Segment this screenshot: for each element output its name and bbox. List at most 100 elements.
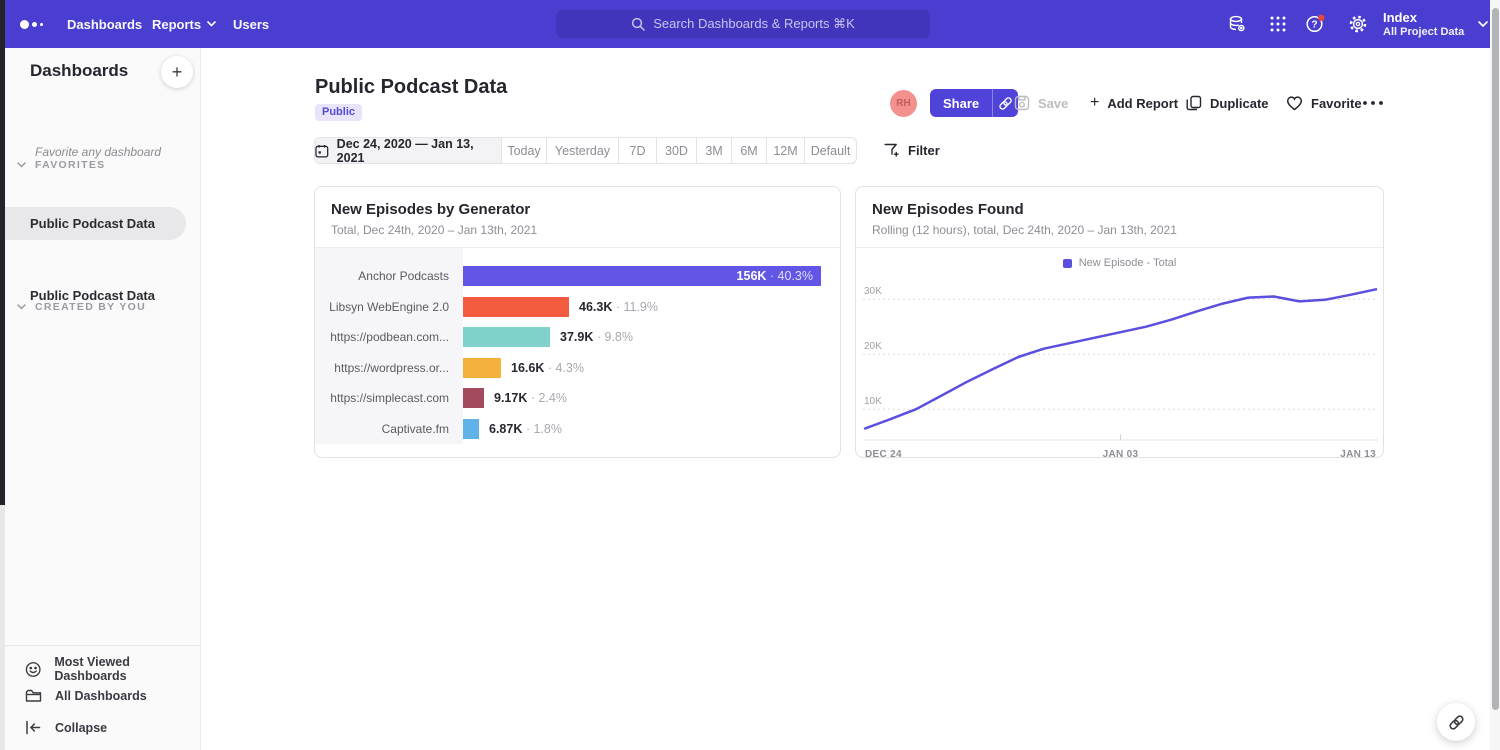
duplicate-button[interactable]: Duplicate xyxy=(1186,89,1269,117)
most-viewed-dashboards-label: Most Viewed Dashboards xyxy=(54,655,200,683)
nav-users[interactable]: Users xyxy=(233,0,269,48)
chevron-down-icon xyxy=(17,162,26,168)
nav-dashboards[interactable]: Dashboards xyxy=(67,0,142,48)
help-icon[interactable]: ? xyxy=(1301,0,1331,48)
preset-today[interactable]: Today xyxy=(501,138,546,163)
sidebar-item-public-podcast-data-2[interactable]: Public Podcast Data xyxy=(5,279,186,312)
preset-12m-label: 12M xyxy=(773,144,797,158)
avatar[interactable]: RH xyxy=(890,90,917,117)
line-chart-subtitle: Rolling (12 hours), total, Dec 24th, 202… xyxy=(872,223,1177,237)
section-favorites[interactable]: FAVORITES xyxy=(17,159,105,171)
add-dashboard-button[interactable]: + xyxy=(161,56,193,88)
search-icon xyxy=(631,17,645,31)
apps-grid-icon[interactable] xyxy=(1263,0,1293,48)
x-tick-label: DEC 24 xyxy=(865,449,902,460)
chevron-down-icon xyxy=(207,21,216,27)
project-switcher[interactable]: Index All Project Data xyxy=(1383,0,1488,48)
preset-3m-label: 3M xyxy=(705,144,722,158)
bar-chart-label-column: Anchor PodcastsLibsyn WebEngine 2.0https… xyxy=(315,248,463,444)
more-options-button[interactable] xyxy=(1362,89,1384,117)
preset-default-label: Default xyxy=(811,144,851,158)
preset-7d[interactable]: 7D xyxy=(618,138,656,163)
bar-row[interactable]: 16.6K · 4.3% xyxy=(463,353,584,384)
add-report-button[interactable]: + Add Report xyxy=(1090,89,1178,117)
preset-6m-label: 6M xyxy=(740,144,757,158)
bar-category-label: Anchor Podcasts xyxy=(315,261,463,292)
preset-6m[interactable]: 6M xyxy=(731,138,766,163)
smiley-icon xyxy=(25,661,41,678)
bar-row[interactable]: 46.3K · 11.9% xyxy=(463,292,658,323)
card-header[interactable]: New Episodes by Generator Total, Dec 24t… xyxy=(315,187,840,248)
bar-value-label: 6.87K · 1.8% xyxy=(489,422,562,436)
bar-segment[interactable] xyxy=(463,419,479,439)
sidebar-footer: Most Viewed Dashboards All Dashboards Co… xyxy=(5,645,200,750)
nav-reports[interactable]: Reports xyxy=(152,0,216,48)
svg-text:?: ? xyxy=(1311,20,1317,31)
link-icon xyxy=(998,96,1013,111)
most-viewed-dashboards-button[interactable]: Most Viewed Dashboards xyxy=(25,655,200,683)
public-badge: Public xyxy=(315,104,362,121)
preset-yesterday-label: Yesterday xyxy=(555,144,610,158)
preset-30d[interactable]: 30D xyxy=(656,138,696,163)
duplicate-icon xyxy=(1186,95,1202,111)
bar-pct-label: · 4.3% xyxy=(544,361,584,375)
legend-label: New Episode - Total xyxy=(1079,257,1177,269)
bar-category-label: Captivate.fm xyxy=(315,414,463,445)
bar-segment[interactable] xyxy=(463,358,501,378)
bar-value-label: 9.17K · 2.4% xyxy=(494,391,567,405)
card-new-episodes-by-generator: New Episodes by Generator Total, Dec 24t… xyxy=(314,186,841,458)
bar-row[interactable]: 156K · 40.3% xyxy=(463,261,821,292)
bar-category-label: https://simplecast.com xyxy=(315,383,463,414)
bar-value-label: 37.9K · 9.8% xyxy=(560,330,633,344)
line-chart-legend[interactable]: New Episode - Total xyxy=(856,257,1383,269)
bar-segment[interactable] xyxy=(463,327,550,347)
top-navbar: Dashboards Reports Users Search Dashboar… xyxy=(5,0,1491,48)
page-title: Public Podcast Data xyxy=(315,76,507,99)
bar-row[interactable]: 9.17K · 2.4% xyxy=(463,383,567,414)
sidebar-item-label: Public Podcast Data xyxy=(30,216,155,231)
preset-3m[interactable]: 3M xyxy=(696,138,731,163)
favorite-label: Favorite xyxy=(1311,96,1362,111)
preset-default[interactable]: Default xyxy=(804,138,856,163)
filter-button[interactable]: Filter xyxy=(884,143,940,158)
bar-row[interactable]: 6.87K · 1.8% xyxy=(463,414,562,445)
x-tick-label: JAN 13 xyxy=(1340,449,1376,460)
duplicate-label: Duplicate xyxy=(1210,96,1269,111)
line-chart-title: New Episodes Found xyxy=(872,201,1024,218)
save-button[interactable]: Save xyxy=(1014,89,1068,117)
all-dashboards-button[interactable]: All Dashboards xyxy=(25,688,147,703)
bar-row[interactable]: 37.9K · 9.8% xyxy=(463,322,633,353)
share-button-label[interactable]: Share xyxy=(930,89,992,117)
mixpanel-logo-icon[interactable] xyxy=(20,0,43,48)
scrollbar-thumb[interactable] xyxy=(1492,8,1499,710)
bar-pct-label: · 2.4% xyxy=(527,391,567,405)
line-series-new-episode-total[interactable] xyxy=(865,289,1376,428)
nav-dashboards-label: Dashboards xyxy=(67,17,142,32)
preset-yesterday[interactable]: Yesterday xyxy=(546,138,618,163)
bar-pct-label: · 9.8% xyxy=(593,330,633,344)
page: Dashboards Reports Users Search Dashboar… xyxy=(0,0,1500,750)
search-input[interactable]: Search Dashboards & Reports ⌘K xyxy=(556,10,930,38)
bar-segment[interactable]: 156K · 40.3% xyxy=(463,266,821,286)
project-name: Index xyxy=(1383,10,1464,25)
filter-label: Filter xyxy=(908,143,940,158)
sidebar-item-public-podcast-data[interactable]: Public Podcast Data xyxy=(5,207,186,240)
date-range-button[interactable]: Dec 24, 2020 — Jan 13, 2021 xyxy=(315,138,501,163)
sidebar: Dashboards + FAVORITES Favorite any dash… xyxy=(5,48,201,750)
add-report-label: Add Report xyxy=(1107,96,1178,111)
share-button[interactable]: Share xyxy=(930,89,1018,117)
save-icon xyxy=(1014,95,1030,111)
collapse-sidebar-button[interactable]: Collapse xyxy=(25,720,107,735)
y-tick-label: 20K xyxy=(864,341,882,352)
line-chart-plot[interactable]: 10K20K30KDEC 24JAN 03JAN 13 xyxy=(863,273,1378,463)
card-header[interactable]: New Episodes Found Rolling (12 hours), t… xyxy=(856,187,1383,248)
floating-copy-link-button[interactable] xyxy=(1437,703,1475,741)
settings-gear-icon[interactable] xyxy=(1343,0,1373,48)
data-management-icon[interactable] xyxy=(1222,0,1252,48)
bar-segment[interactable] xyxy=(463,297,569,317)
bar-segment[interactable] xyxy=(463,388,484,408)
preset-12m[interactable]: 12M xyxy=(766,138,804,163)
y-tick-label: 10K xyxy=(864,396,882,407)
favorite-button[interactable]: Favorite xyxy=(1286,89,1362,117)
preset-7d-label: 7D xyxy=(630,144,646,158)
